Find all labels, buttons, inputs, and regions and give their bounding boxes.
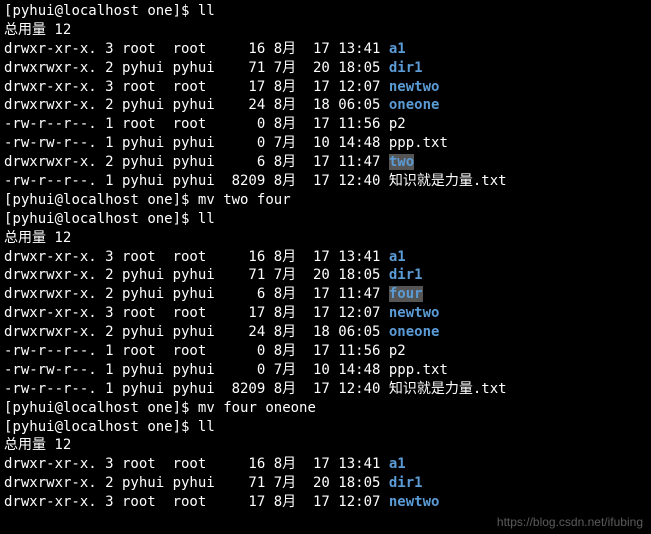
listing-row: drwxr-xr-x. 3 root root 17 8月 17 12:07 n… <box>4 304 647 323</box>
file-name: a1 <box>389 41 406 57</box>
file-name: oneone <box>389 97 440 113</box>
file-name: two <box>389 154 414 170</box>
listing-row: drwxr-xr-x. 3 root root 17 8月 17 12:07 n… <box>4 493 647 512</box>
file-meta: drwxrwxr-x. 2 pyhui pyhui 24 8月 18 06:05 <box>4 324 389 340</box>
prompt-line[interactable]: [pyhui@localhost one]$ mv four oneone <box>4 399 647 418</box>
prompt-line[interactable]: [pyhui@localhost one]$ ll <box>4 418 647 437</box>
listing-row: drwxrwxr-x. 2 pyhui pyhui 6 8月 17 11:47 … <box>4 285 647 304</box>
user-host: pyhui@localhost <box>12 211 138 227</box>
terminal-output: [pyhui@localhost one]$ ll总用量 12drwxr-xr-… <box>4 2 647 512</box>
file-meta: drwxrwxr-x. 2 pyhui pyhui 24 8月 18 06:05 <box>4 97 389 113</box>
total-line: 总用量 12 <box>4 21 647 40</box>
listing-row: -rw-r--r--. 1 pyhui pyhui 8209 8月 17 12:… <box>4 380 647 399</box>
file-name: 知识就是力量.txt <box>389 173 507 189</box>
file-meta: drwxrwxr-x. 2 pyhui pyhui 71 7月 20 18:05 <box>4 60 389 76</box>
file-meta: drwxr-xr-x. 3 root root 17 8月 17 12:07 <box>4 305 389 321</box>
file-name: newtwo <box>389 79 440 95</box>
prompt-line[interactable]: [pyhui@localhost one]$ ll <box>4 2 647 21</box>
cwd: one <box>147 211 172 227</box>
file-name: dir1 <box>389 475 423 491</box>
listing-row: drwxrwxr-x. 2 pyhui pyhui 24 8月 18 06:05… <box>4 96 647 115</box>
listing-row: drwxr-xr-x. 3 root root 16 8月 17 13:41 a… <box>4 40 647 59</box>
prompt-line[interactable]: [pyhui@localhost one]$ mv two four <box>4 191 647 210</box>
file-meta: -rw-r--r--. 1 root root 0 8月 17 11:56 <box>4 343 389 359</box>
file-meta: -rw-r--r--. 1 root root 0 8月 17 11:56 <box>4 116 389 132</box>
file-meta: -rw-r--r--. 1 pyhui pyhui 8209 8月 17 12:… <box>4 381 389 397</box>
file-meta: -rw-rw-r--. 1 pyhui pyhui 0 7月 10 14:48 <box>4 135 389 151</box>
listing-row: drwxrwxr-x. 2 pyhui pyhui 24 8月 18 06:05… <box>4 323 647 342</box>
file-meta: drwxr-xr-x. 3 root root 17 8月 17 12:07 <box>4 79 389 95</box>
user-host: pyhui@localhost <box>12 3 138 19</box>
listing-row: drwxr-xr-x. 3 root root 16 8月 17 13:41 a… <box>4 248 647 267</box>
command-text: ll <box>198 211 215 227</box>
cwd: one <box>147 400 172 416</box>
user-host: pyhui@localhost <box>12 192 138 208</box>
file-meta: -rw-rw-r--. 1 pyhui pyhui 0 7月 10 14:48 <box>4 362 389 378</box>
listing-row: drwxr-xr-x. 3 root root 16 8月 17 13:41 a… <box>4 455 647 474</box>
listing-row: -rw-r--r--. 1 pyhui pyhui 8209 8月 17 12:… <box>4 172 647 191</box>
file-meta: drwxr-xr-x. 3 root root 16 8月 17 13:41 <box>4 456 389 472</box>
file-meta: drwxr-xr-x. 3 root root 16 8月 17 13:41 <box>4 249 389 265</box>
file-meta: drwxr-xr-x. 3 root root 17 8月 17 12:07 <box>4 494 389 510</box>
file-meta: drwxr-xr-x. 3 root root 16 8月 17 13:41 <box>4 41 389 57</box>
listing-row: drwxrwxr-x. 2 pyhui pyhui 71 7月 20 18:05… <box>4 266 647 285</box>
prompt-line[interactable]: [pyhui@localhost one]$ ll <box>4 210 647 229</box>
file-name: ppp.txt <box>389 135 448 151</box>
file-name: newtwo <box>389 305 440 321</box>
total-line: 总用量 12 <box>4 229 647 248</box>
file-name: a1 <box>389 249 406 265</box>
file-meta: drwxrwxr-x. 2 pyhui pyhui 71 7月 20 18:05 <box>4 267 389 283</box>
file-name: ppp.txt <box>389 362 448 378</box>
file-name: dir1 <box>389 267 423 283</box>
command-text: ll <box>198 3 215 19</box>
user-host: pyhui@localhost <box>12 419 138 435</box>
listing-row: -rw-rw-r--. 1 pyhui pyhui 0 7月 10 14:48 … <box>4 134 647 153</box>
command-text: mv four oneone <box>198 400 316 416</box>
file-meta: drwxrwxr-x. 2 pyhui pyhui 71 7月 20 18:05 <box>4 475 389 491</box>
watermark-text: https://blog.csdn.net/ifubing <box>497 514 643 530</box>
file-name: four <box>389 286 423 302</box>
listing-row: -rw-r--r--. 1 root root 0 8月 17 11:56 p2 <box>4 115 647 134</box>
cwd: one <box>147 192 172 208</box>
listing-row: -rw-r--r--. 1 root root 0 8月 17 11:56 p2 <box>4 342 647 361</box>
user-host: pyhui@localhost <box>12 400 138 416</box>
total-line: 总用量 12 <box>4 436 647 455</box>
listing-row: drwxrwxr-x. 2 pyhui pyhui 6 8月 17 11:47 … <box>4 153 647 172</box>
command-text: ll <box>198 419 215 435</box>
cwd: one <box>147 419 172 435</box>
command-text: mv two four <box>198 192 291 208</box>
file-name: newtwo <box>389 494 440 510</box>
file-name: oneone <box>389 324 440 340</box>
file-name: dir1 <box>389 60 423 76</box>
listing-row: -rw-rw-r--. 1 pyhui pyhui 0 7月 10 14:48 … <box>4 361 647 380</box>
file-meta: -rw-r--r--. 1 pyhui pyhui 8209 8月 17 12:… <box>4 173 389 189</box>
file-name: 知识就是力量.txt <box>389 381 507 397</box>
listing-row: drwxr-xr-x. 3 root root 17 8月 17 12:07 n… <box>4 78 647 97</box>
listing-row: drwxrwxr-x. 2 pyhui pyhui 71 7月 20 18:05… <box>4 59 647 78</box>
file-meta: drwxrwxr-x. 2 pyhui pyhui 6 8月 17 11:47 <box>4 286 389 302</box>
listing-row: drwxrwxr-x. 2 pyhui pyhui 71 7月 20 18:05… <box>4 474 647 493</box>
cwd: one <box>147 3 172 19</box>
file-name: p2 <box>389 343 406 359</box>
file-name: p2 <box>389 116 406 132</box>
file-name: a1 <box>389 456 406 472</box>
file-meta: drwxrwxr-x. 2 pyhui pyhui 6 8月 17 11:47 <box>4 154 389 170</box>
